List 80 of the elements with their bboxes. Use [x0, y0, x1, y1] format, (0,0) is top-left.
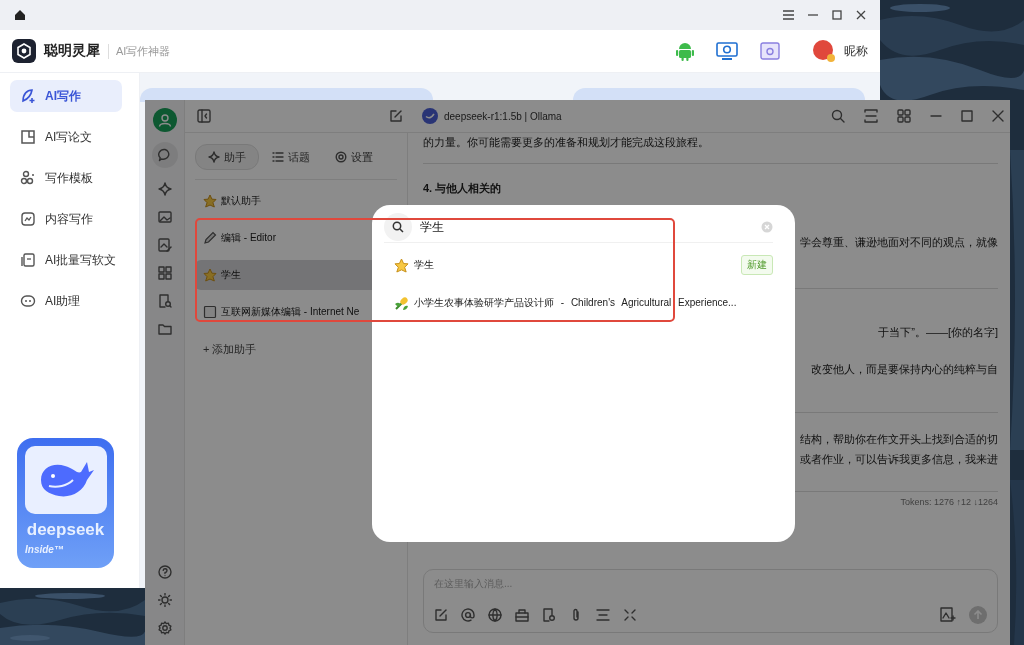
chart-icon	[20, 211, 36, 227]
grid-icon[interactable]	[897, 109, 911, 123]
message-text: 或者作业，可以告诉我更多信息，我来进	[799, 452, 998, 467]
help-icon[interactable]	[157, 565, 172, 579]
brand-name: deepseek	[26, 520, 105, 540]
model-name[interactable]: deepseek-r1:1.5b | Ollama	[444, 110, 562, 122]
globe-icon[interactable]	[488, 608, 502, 622]
monitor-icon[interactable]	[716, 42, 738, 60]
sparkle-icon	[208, 151, 220, 163]
window-icon[interactable]	[760, 42, 780, 60]
star-icon	[394, 257, 409, 273]
avatar-icon[interactable]	[812, 39, 836, 63]
message-text: 改变他人，而是要保持内心的纯粹与自	[810, 362, 998, 377]
sun-icon[interactable]	[157, 593, 172, 607]
circles-icon	[20, 170, 36, 186]
file-search-icon[interactable]	[542, 608, 556, 622]
divider-icon[interactable]	[596, 608, 610, 622]
sparkle-icon[interactable]	[157, 182, 172, 196]
document-icon	[20, 252, 36, 268]
pencil-icon	[203, 231, 217, 245]
home-icon	[14, 9, 26, 21]
panel-tab[interactable]: 设置	[323, 145, 385, 169]
nav-item[interactable]: AI批量写软文	[10, 244, 122, 276]
maximize-icon[interactable]	[961, 110, 973, 122]
message-text: 于当下”。——[你的名字]	[877, 325, 998, 340]
collapse-icon[interactable]	[623, 608, 637, 622]
app-logo-icon	[12, 39, 36, 63]
nav-item[interactable]: 内容写作	[10, 203, 122, 235]
close-icon[interactable]	[856, 10, 866, 20]
star-icon	[203, 194, 217, 208]
at-icon[interactable]	[461, 608, 475, 622]
brand-tag: Inside™	[25, 544, 64, 555]
settings-icon	[335, 151, 347, 163]
layout-icon[interactable]	[864, 109, 878, 123]
search-result[interactable]: 小学生农事体验研学产品设计师 - Children's Agricultural Experience...	[384, 287, 773, 319]
robot-icon	[20, 293, 36, 309]
nav-item[interactable]: AI助理	[10, 285, 122, 317]
settings-icon[interactable]	[157, 621, 172, 635]
file-search-icon[interactable]	[157, 294, 172, 308]
assistant-item[interactable]: 默认助手	[195, 186, 397, 216]
app-name: 聪明灵犀	[44, 42, 100, 60]
pen-icon	[20, 88, 36, 104]
menu-icon[interactable]	[783, 10, 794, 20]
image-icon[interactable]	[157, 210, 172, 224]
image-text-icon[interactable]	[940, 607, 956, 623]
app-subtitle: AI写作神器	[108, 43, 171, 59]
document-icon	[20, 129, 36, 145]
arrow-up-icon	[973, 610, 983, 620]
chat-icon	[157, 148, 172, 162]
search-icon[interactable]	[831, 109, 845, 123]
message-text: 的力量。你可能需要更多的准备和规划才能完成这段旅程。	[423, 135, 710, 150]
star-icon	[203, 268, 217, 282]
magnifier-icon	[392, 221, 404, 233]
close-icon[interactable]	[992, 110, 1004, 122]
nav-item[interactable]: AI写作	[10, 80, 122, 112]
new-tag: 新建	[741, 255, 773, 275]
image-edit-icon[interactable]	[157, 238, 172, 252]
maximize-icon[interactable]	[832, 10, 842, 20]
grid-icon[interactable]	[157, 266, 172, 280]
toolbox-icon[interactable]	[515, 608, 529, 622]
list-icon	[272, 151, 284, 163]
message-heading: 4. 与他人相关的	[423, 181, 503, 196]
nav-item[interactable]: 写作模板	[10, 162, 122, 194]
plant-icon	[394, 295, 409, 311]
panel-tab[interactable]: 话题	[260, 145, 322, 169]
message-text: 学会尊重、谦逊地面对不同的观点，就像	[799, 235, 998, 250]
edit-icon[interactable]	[389, 109, 403, 123]
token-count: Tokens: 1276 ↑12 ↓1264	[899, 497, 998, 507]
model-logo-icon	[422, 108, 438, 124]
avatar-icon[interactable]	[152, 108, 177, 132]
android-icon[interactable]	[676, 41, 694, 61]
message-text: 结构，帮助你在作文开头上找到合适的切	[799, 432, 998, 447]
edit-icon[interactable]	[434, 608, 448, 622]
user-name[interactable]: 昵称	[844, 42, 868, 60]
person-icon	[157, 113, 172, 127]
sidebar-toggle-icon[interactable]	[197, 109, 211, 123]
nav-item[interactable]: AI写论文	[10, 121, 122, 153]
panel-tab[interactable]: 助手	[195, 144, 259, 170]
chat-tab[interactable]	[151, 142, 178, 168]
folder-icon[interactable]	[157, 322, 172, 336]
